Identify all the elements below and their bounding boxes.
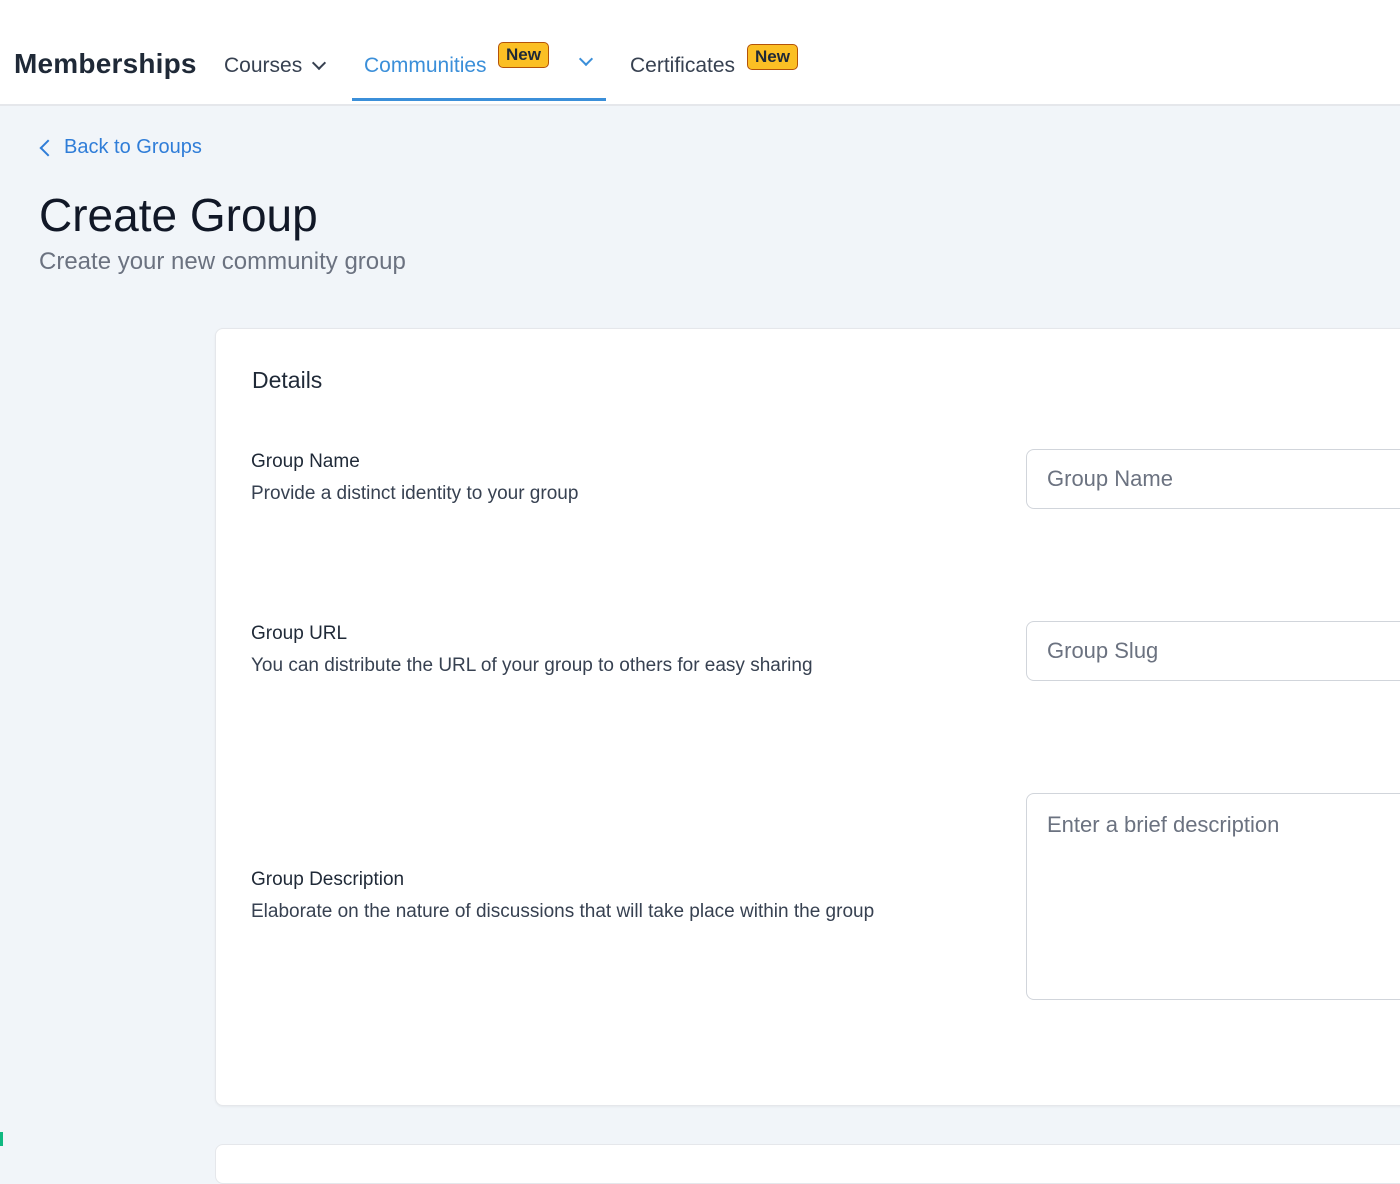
group-name-label: Group Name	[251, 451, 360, 472]
back-to-groups-link[interactable]: Back to Groups	[38, 136, 202, 159]
group-description-help: Elaborate on the nature of discussions t…	[251, 901, 875, 922]
group-description-textarea[interactable]	[1026, 793, 1400, 1000]
top-navigation-bar: Memberships Courses Communities New Cert…	[0, 0, 1400, 106]
details-card-title: Details	[252, 367, 323, 393]
back-to-groups-label: Back to Groups	[64, 136, 202, 158]
active-tab-indicator	[352, 98, 606, 101]
group-url-label: Group URL	[251, 623, 348, 644]
next-section-card	[215, 1144, 1400, 1184]
group-slug-input[interactable]	[1026, 621, 1400, 681]
nav-courses[interactable]: Courses	[224, 54, 327, 78]
status-indicator	[0, 1132, 3, 1146]
nav-communities[interactable]: Communities	[364, 54, 487, 78]
page-title: Create Group	[39, 189, 318, 241]
chevron-down-icon	[312, 55, 327, 71]
details-card: Details Group Name Provide a distinct id…	[215, 328, 1400, 1106]
group-name-input[interactable]	[1026, 449, 1400, 509]
chevron-down-icon[interactable]	[578, 51, 594, 67]
nav-courses-label: Courses	[224, 54, 303, 77]
nav-communities-label: Communities	[364, 54, 487, 77]
new-badge-certificates: New	[747, 44, 798, 70]
brand-title[interactable]: Memberships	[14, 48, 197, 80]
chevron-left-icon	[39, 139, 57, 156]
nav-certificates[interactable]: Certificates	[630, 54, 735, 78]
group-url-help: You can distribute the URL of your group…	[251, 655, 813, 676]
new-badge-communities: New	[498, 42, 549, 68]
nav-certificates-label: Certificates	[630, 54, 736, 77]
page-subtitle: Create your new community group	[39, 248, 406, 275]
group-name-help: Provide a distinct identity to your grou…	[251, 483, 579, 504]
group-description-label: Group Description	[251, 869, 405, 890]
